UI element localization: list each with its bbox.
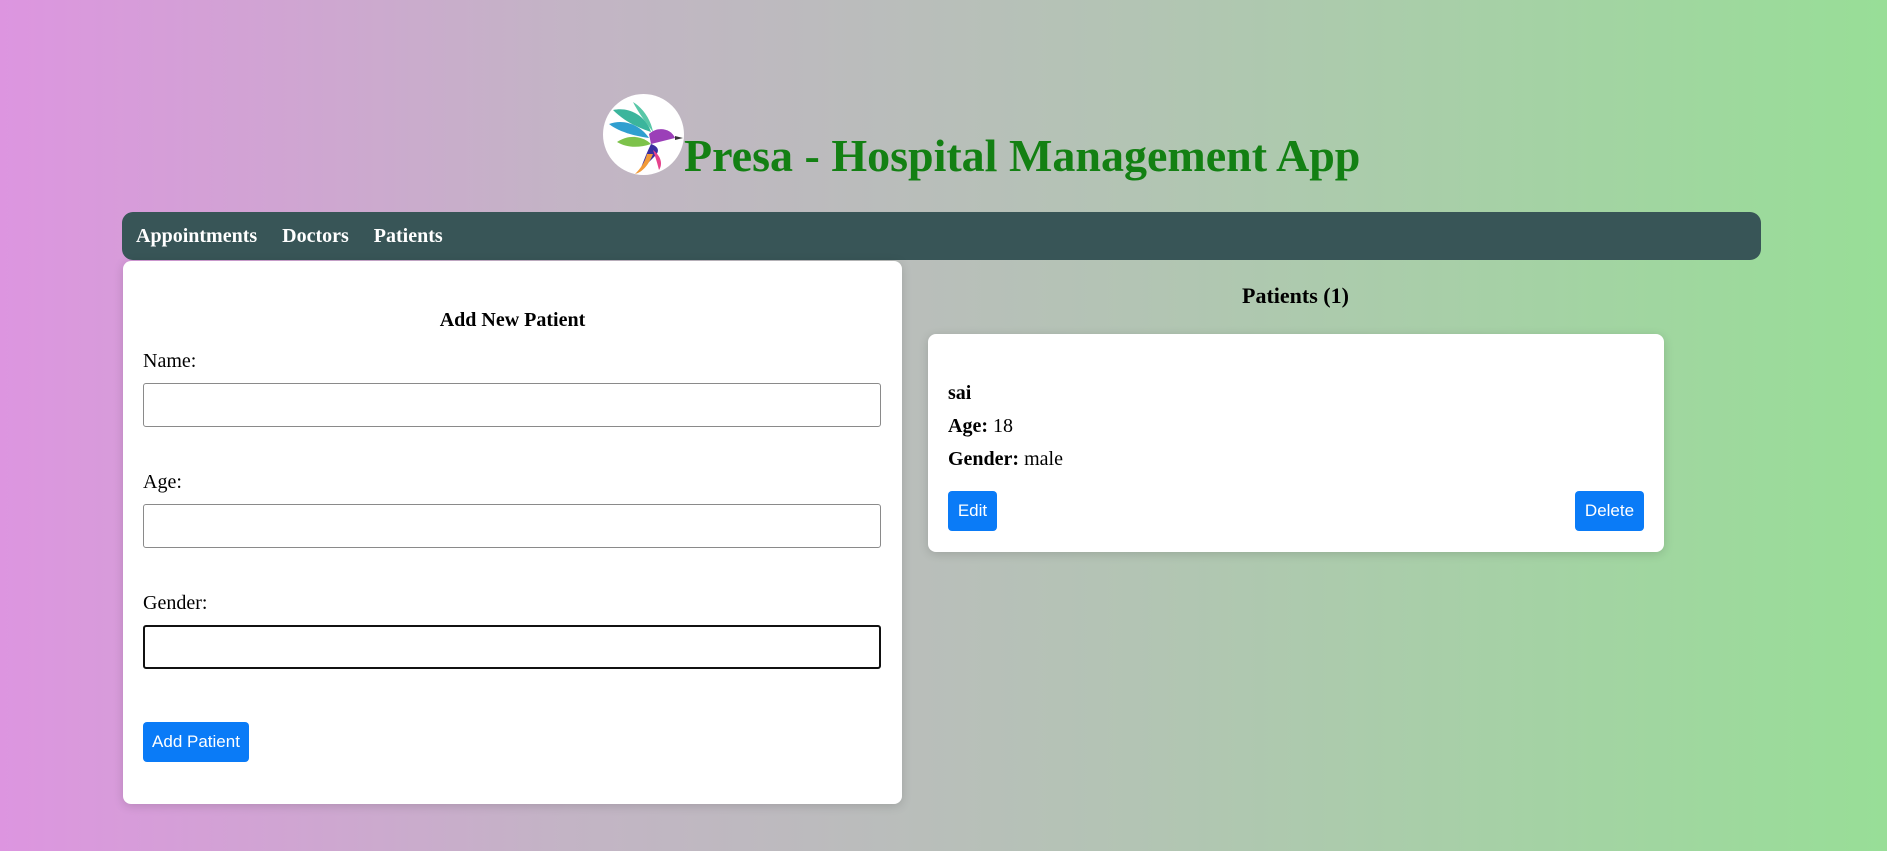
patient-age: Age: 18	[948, 415, 1013, 438]
patient-name: sai	[948, 382, 972, 404]
gender-label: Gender:	[143, 592, 208, 614]
age-label: Age:	[143, 471, 182, 493]
hummingbird-logo-icon	[603, 94, 684, 175]
name-input[interactable]	[143, 383, 881, 427]
patient-gender-label: Gender:	[948, 448, 1020, 470]
patients-list-title: Patients (1)	[1242, 283, 1349, 308]
nav-doctors[interactable]: Doctors	[282, 225, 349, 248]
patient-age-label: Age:	[948, 415, 988, 437]
patient-age-value: 18	[992, 415, 1013, 437]
add-patient-button[interactable]: Add Patient	[143, 722, 249, 762]
app-title: Presa - Hospital Management App	[684, 130, 1361, 181]
patient-card: sai Age: 18 Gender: male Edit Delete	[928, 334, 1664, 552]
name-label: Name:	[143, 350, 197, 372]
age-input[interactable]	[143, 504, 881, 548]
app-header: Presa - Hospital Management App	[603, 94, 1360, 179]
gender-input[interactable]	[143, 625, 881, 669]
patient-gender: Gender: male	[948, 448, 1063, 471]
form-title: Add New Patient	[439, 309, 586, 331]
nav-patients[interactable]: Patients	[374, 225, 443, 248]
nav-appointments[interactable]: Appointments	[136, 225, 257, 248]
patient-gender-value: male	[1024, 448, 1063, 470]
delete-patient-button[interactable]: Delete	[1575, 491, 1644, 531]
edit-patient-button[interactable]: Edit	[948, 491, 997, 531]
add-patient-form: Add New Patient Name: Age: Gender: Add P…	[123, 261, 902, 804]
main-navbar: Appointments Doctors Patients	[122, 212, 1761, 260]
